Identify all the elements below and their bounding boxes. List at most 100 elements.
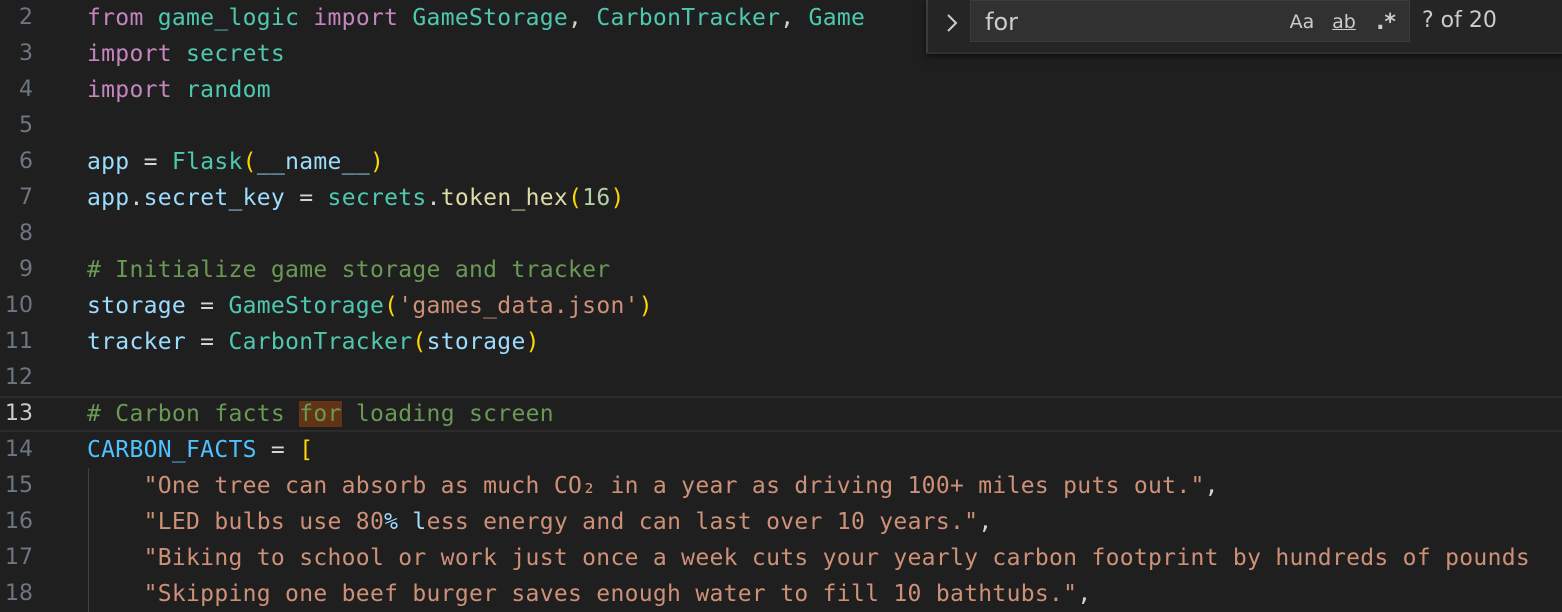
code-token: l xyxy=(412,509,427,535)
code-token: import xyxy=(87,77,187,103)
find-input[interactable] xyxy=(983,5,1277,39)
code-token: random xyxy=(186,77,271,103)
find-input-box: Aa ab .* xyxy=(970,0,1410,42)
line-number: 12 xyxy=(5,365,33,390)
code-token: , xyxy=(1204,473,1219,499)
code-token: # Initialize game storage and tracker xyxy=(87,257,611,283)
line-number: 11 xyxy=(5,329,33,354)
code-token: ess energy and can last over 10 years." xyxy=(426,509,979,535)
code-text: from game_logic import GameStorage, Carb… xyxy=(87,0,865,36)
code-token: Game xyxy=(808,5,866,31)
code-line[interactable]: 18 "Skipping one beef burger saves enoug… xyxy=(0,576,1562,612)
code-token: storage xyxy=(87,293,187,319)
line-number: 7 xyxy=(19,185,33,210)
code-line[interactable]: 10 storage = GameStorage('games_data.json… xyxy=(0,288,1562,324)
code-text: storage = GameStorage('games_data.json') xyxy=(87,288,653,324)
code-line[interactable]: 14 CARBON_FACTS = [ xyxy=(0,432,1562,468)
code-text: "LED bulbs use 80% less energy and can l… xyxy=(87,504,993,540)
code-token: , xyxy=(978,509,993,535)
match-count: ? of 20 xyxy=(1422,8,1497,33)
code-line[interactable]: 17 "Biking to school or work just once a… xyxy=(0,540,1562,576)
code-token: = xyxy=(186,293,229,319)
code-line[interactable]: 8 xyxy=(0,216,1562,252)
code-line[interactable]: 13 # Carbon facts for loading screen xyxy=(0,396,1562,432)
code-token: 'games_data.json' xyxy=(398,293,639,319)
code-token: [ xyxy=(299,437,314,463)
code-line[interactable]: 7 app.secret_key = secrets.token_hex(16) xyxy=(0,180,1562,216)
code-text: "One tree can absorb as much CO₂ in a ye… xyxy=(87,468,1219,504)
code-token: CarbonTracker xyxy=(596,5,781,31)
code-token: = xyxy=(285,185,328,211)
code-line[interactable]: 15 "One tree can absorb as much CO₂ in a… xyxy=(0,468,1562,504)
code-token: Flask xyxy=(171,149,243,175)
code-token: ( xyxy=(412,329,427,355)
code-token: . xyxy=(129,185,144,211)
code-token: tracker xyxy=(87,329,187,355)
code-token: loading screen xyxy=(341,401,554,427)
find-widget: Aa ab .* ? of 20 xyxy=(926,0,1562,54)
code-token: , xyxy=(1077,581,1092,607)
code-token: secrets xyxy=(327,185,427,211)
code-token: "Skipping one beef burger saves enough w… xyxy=(87,581,1078,607)
code-line[interactable]: 16 "LED bulbs use 80% less energy and ca… xyxy=(0,504,1562,540)
code-text: import random xyxy=(87,72,271,108)
code-token: CARBON_FACTS xyxy=(87,437,257,463)
code-token: GameStorage xyxy=(412,5,569,31)
code-text: # Carbon facts for loading screen xyxy=(87,398,554,430)
line-number: 6 xyxy=(19,149,33,174)
code-text: # Initialize game storage and tracker xyxy=(87,252,610,288)
line-number: 14 xyxy=(5,437,33,462)
chevron-right-icon[interactable] xyxy=(934,4,970,42)
code-token: = xyxy=(186,329,229,355)
match-case-toggle[interactable]: Aa xyxy=(1285,7,1319,37)
line-number: 15 xyxy=(5,473,33,498)
code-token: ( xyxy=(242,149,257,175)
code-token: import xyxy=(87,41,187,67)
code-token: # Carbon facts xyxy=(87,401,300,427)
code-token: ) xyxy=(370,149,385,175)
code-text: CARBON_FACTS = [ xyxy=(87,432,313,468)
code-token: secret_key xyxy=(143,185,286,211)
code-token: % xyxy=(384,509,399,535)
match-whole-word-toggle[interactable]: ab xyxy=(1325,7,1363,37)
code-token: ( xyxy=(568,185,583,211)
regex-toggle[interactable]: .* xyxy=(1369,7,1403,37)
code-line[interactable]: 11 tracker = CarbonTracker(storage) xyxy=(0,324,1562,360)
code-token: __name__ xyxy=(256,149,370,175)
code-token: import xyxy=(313,5,413,31)
line-number: 3 xyxy=(19,41,33,66)
code-token: GameStorage xyxy=(228,293,385,319)
code-token: "Biking to school or work just once a we… xyxy=(87,545,1531,571)
line-number: 13 xyxy=(5,401,33,426)
code-token: 16 xyxy=(582,185,611,211)
code-editor[interactable]: 2 from game_logic import GameStorage, Car… xyxy=(0,0,1562,612)
line-number: 16 xyxy=(5,509,33,534)
code-token: , xyxy=(780,5,809,31)
code-line[interactable]: 12 xyxy=(0,360,1562,396)
code-text: "Biking to school or work just once a we… xyxy=(87,540,1530,576)
code-token: "One tree can absorb as much CO₂ in a ye… xyxy=(87,473,1205,499)
code-token: game_logic xyxy=(157,5,314,31)
line-number: 8 xyxy=(19,221,33,246)
code-token: , xyxy=(568,5,597,31)
line-number: 5 xyxy=(19,113,33,138)
code-token: "LED bulbs use 80 xyxy=(87,509,385,535)
code-line[interactable]: 9 # Initialize game storage and tracker xyxy=(0,252,1562,288)
code-token: . xyxy=(426,185,441,211)
code-token: ) xyxy=(610,185,625,211)
find-match-highlight: for xyxy=(299,401,342,427)
code-text: "Skipping one beef burger saves enough w… xyxy=(87,576,1092,612)
code-text: tracker = CarbonTracker(storage) xyxy=(87,324,540,360)
line-number: 17 xyxy=(5,545,33,570)
code-token: ) xyxy=(525,329,540,355)
code-line[interactable]: 5 xyxy=(0,108,1562,144)
code-line[interactable]: 6 app = Flask(__name__) xyxy=(0,144,1562,180)
code-token: storage xyxy=(426,329,526,355)
code-token: ) xyxy=(638,293,653,319)
line-number: 9 xyxy=(19,257,33,282)
code-token: ( xyxy=(384,293,399,319)
line-number: 10 xyxy=(5,293,33,318)
code-token: secrets xyxy=(186,41,286,67)
code-line[interactable]: 4 import random xyxy=(0,72,1562,108)
